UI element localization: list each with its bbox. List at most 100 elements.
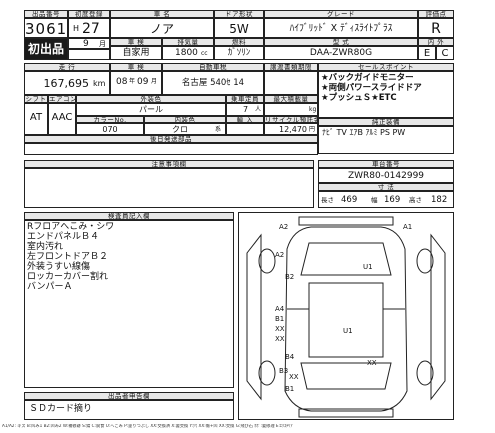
model: DAA-ZWR80G: [309, 48, 373, 58]
damage-mark: A4: [275, 305, 285, 313]
damage-mark: B3: [279, 367, 288, 375]
displacement-header: 排気量: [162, 38, 214, 46]
car-body-outline: [284, 226, 408, 412]
ext-color-cell: パール: [76, 103, 226, 116]
damage-mark: A1: [403, 223, 412, 231]
mileage-unit: km: [93, 79, 106, 88]
damage-mark: B2: [285, 273, 294, 281]
notes-cell: [24, 168, 314, 208]
sales-point-1: ★バックガイドモニター: [321, 73, 414, 83]
equipment: ﾅﾋﾞ TV ｴｱB ｱﾙﾐ PS PW: [322, 128, 406, 137]
first-listing-badge-cell: 初出品: [24, 38, 68, 60]
dimensions-header: 寸 法: [318, 183, 454, 191]
inspection-cell: 08 年 09 月: [110, 71, 162, 95]
damage-mark: XX: [275, 335, 285, 343]
model-cell: DAA-ZWR80G: [264, 46, 418, 60]
int-color-cell: クロ 系: [144, 123, 226, 135]
fuel-cell: ｶﾞｿﾘﾝ: [214, 46, 264, 60]
reg-month-unit: 月: [99, 40, 106, 48]
damage-mark: U1: [343, 327, 353, 335]
model-header: 型 式: [264, 38, 418, 46]
plate-cell: 名古屋 540ｾ 14: [162, 71, 264, 95]
width-label: 幅: [371, 196, 378, 204]
exhibitor-notes-cell: ＳＤカード摘り: [24, 400, 234, 420]
capacity-header: 乗車定員: [226, 95, 264, 103]
chassis-number: ZWR80-0142999: [347, 171, 425, 181]
width: 169: [384, 195, 401, 205]
color-no-header: カラーNo.: [76, 116, 144, 123]
equipment-header: 純正装備: [318, 118, 454, 126]
exterior-score: C: [441, 48, 449, 59]
interior-score: E: [423, 48, 431, 59]
mileage: 167,695: [43, 77, 90, 90]
car-name: ノア: [149, 22, 174, 36]
ac: AAC: [51, 112, 73, 123]
reg-month: 9: [83, 39, 89, 49]
capacity-cell: 7 人: [226, 103, 264, 116]
inspection-header: 車 検: [110, 63, 162, 71]
inspection-year: 08: [116, 77, 128, 87]
era: H: [73, 24, 80, 33]
spacer-cell: [68, 49, 110, 60]
recycle-unit: 円: [309, 126, 316, 133]
grade: ﾊｲﾌﾞﾘｯﾄﾞ X ﾃﾞｨｽﾗｲﾄﾌﾟﾗｽ: [289, 23, 393, 34]
ext-color-header: 外装色: [76, 95, 226, 103]
car-name-cell: ノア: [110, 18, 214, 38]
color-no-cell: 070: [76, 123, 144, 135]
length: 469: [341, 195, 358, 205]
inspector-line: エンドパネルＢ４: [27, 232, 100, 242]
inspector-line: バンパーＡ: [27, 282, 73, 292]
front-bumper: [298, 216, 394, 226]
shift-cell: AT: [24, 103, 48, 135]
inspection-month: 09: [137, 77, 149, 87]
doors-cell: 5W: [214, 18, 264, 38]
post-docs-header: 後日発送部品: [24, 135, 318, 143]
inspector-line: 外装うすい線傷: [27, 262, 91, 272]
import-header: 輸 入: [226, 116, 264, 123]
legend-text: A1/A2: キズ B:凹み1 B2:凹み2 W:補修跡 S:錆 C:腐食 U:…: [2, 424, 293, 428]
shaken-type-header: 車 検: [110, 38, 162, 46]
recycle-header: リサイクル預託金: [264, 116, 318, 123]
int-color-unit: 系: [215, 126, 222, 133]
damage-mark: B1: [285, 385, 294, 393]
docs-deadline-header: 譲渡書類期限: [264, 63, 318, 71]
lot-no-header: 出品番号: [24, 10, 68, 18]
first-reg-cell: H 27: [68, 18, 110, 38]
displacement: 1800: [175, 48, 198, 58]
lot-number-cell: 30611: [24, 18, 68, 38]
inspector-notes-cell: Rフロアへこみ・シワ エンドパネルＢ４ 室内汚れ 左フロントドアＢ２ 外装うすい…: [24, 220, 234, 388]
dimensions-cell: 長さ 469 幅 169 高さ 182: [318, 191, 454, 208]
damage-mark: A2: [279, 223, 288, 231]
damage-mark: U1: [363, 263, 373, 271]
height-label: 高さ: [409, 196, 422, 204]
capacity: 7: [243, 105, 249, 114]
exhibitor-note: ＳＤカード摘り: [29, 404, 93, 414]
damage-mark: XX: [275, 325, 285, 333]
tax-header: 自動車税: [162, 63, 264, 71]
color-no: 070: [102, 125, 118, 134]
lot-number: 30611: [25, 20, 68, 38]
int-ext-header: 内 外: [418, 38, 454, 46]
max-load-cell: kg: [264, 103, 318, 116]
max-load-header: 最大積載量: [264, 95, 318, 103]
exterior-score-cell: C: [436, 46, 454, 60]
inspector-line: 室内汚れ: [27, 242, 64, 252]
recycle-cell: 12,470 円: [264, 123, 318, 135]
doors: 5W: [229, 22, 249, 36]
shift: AT: [29, 112, 43, 123]
inspector-line: ロッカーカバー割れ: [27, 272, 109, 282]
sales-point-3: ★プッシュＳ★ETC: [321, 93, 397, 103]
docs-deadline-cell: [264, 71, 318, 95]
door-type-header: ドア形状: [214, 10, 264, 18]
score-header: 評価点: [418, 10, 454, 18]
inspector-header: 検査員記入欄: [24, 212, 234, 220]
chassis-header: 車台番号: [318, 160, 454, 168]
fuel-header: 燃料: [214, 38, 264, 46]
car-outline-svg: A2 A1 A2 U1 B2 A4 B1 XX XX U1 B4 B3 B1 X…: [246, 216, 446, 418]
damage-diagram: A2 A1 A2 U1 B2 A4 B1 XX XX U1 B4 B3 B1 X…: [238, 212, 454, 420]
int-color-header: 内装色: [144, 116, 226, 123]
damage-mark: B1: [275, 315, 284, 323]
rear-bumper: [298, 408, 394, 418]
max-load-unit: kg: [309, 106, 317, 113]
grade-cell: ﾊｲﾌﾞﾘｯﾄﾞ X ﾃﾞｨｽﾗｲﾄﾌﾟﾗｽ: [264, 18, 418, 38]
